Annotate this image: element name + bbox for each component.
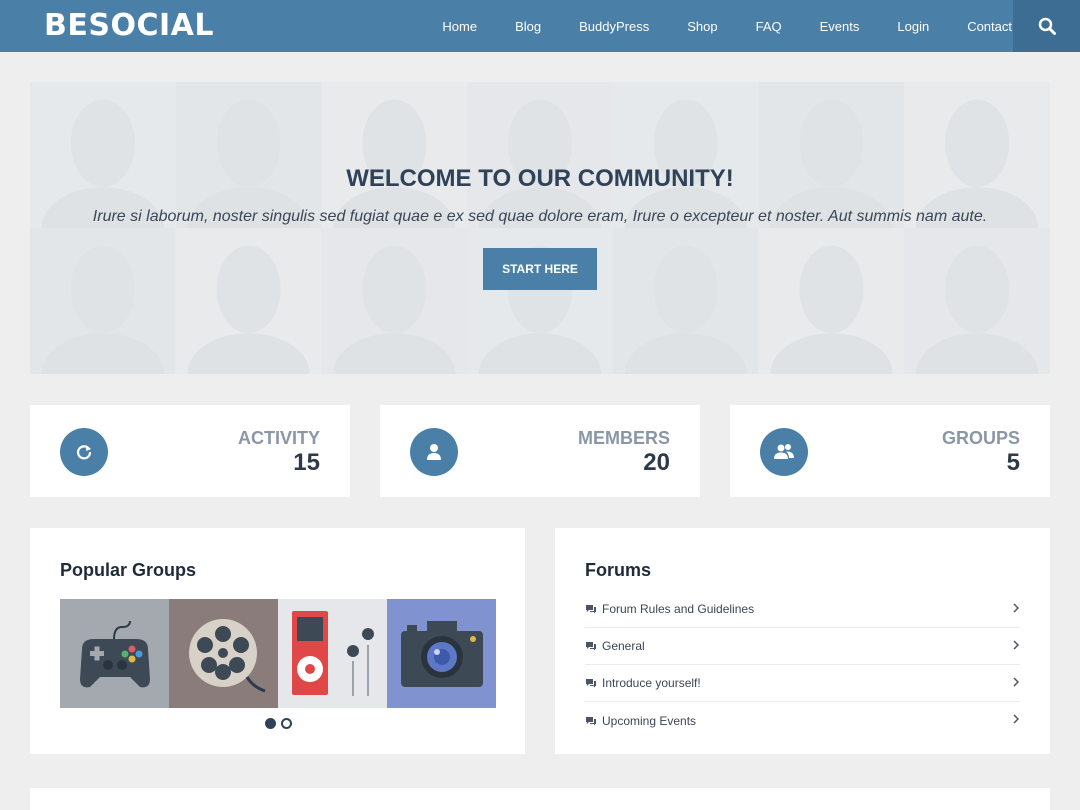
stat-label: MEMBERS: [577, 428, 670, 448]
stat-label: ACTIVITY: [237, 428, 320, 448]
user-icon: [410, 428, 458, 476]
nav-login[interactable]: Login: [897, 19, 929, 34]
hero-title: WELCOME TO OUR COMMUNITY!: [346, 165, 734, 192]
panel-title: Forums: [585, 560, 652, 580]
hero-faces-background: [30, 82, 1050, 374]
nav-buddypress[interactable]: BuddyPress: [579, 19, 649, 34]
forum-item[interactable]: General: [585, 628, 1020, 665]
group-tile[interactable]: [278, 599, 387, 708]
forum-item-label: Forum Rules and Guidelines: [602, 602, 755, 616]
camera-icon: [401, 621, 483, 687]
site-header: BESOCIAL Home Blog BuddyPress Shop FAQ E…: [0, 0, 1080, 52]
forums-panel: Forums Forum Rules and Guidelines Genera…: [555, 528, 1050, 754]
group-tile[interactable]: [169, 599, 278, 708]
group-icon: [760, 428, 808, 476]
chevron-right-icon: [1013, 640, 1020, 650]
nav-home[interactable]: Home: [442, 19, 477, 34]
carousel-dots: [265, 718, 297, 729]
nav-shop[interactable]: Shop: [687, 19, 717, 34]
music-player-icon: [292, 611, 374, 696]
forum-item-label: Introduce yourself!: [602, 676, 701, 690]
nav-faq[interactable]: FAQ: [756, 19, 782, 34]
group-tile[interactable]: [60, 599, 169, 708]
refresh-icon: [60, 428, 108, 476]
popular-groups-panel: Popular Groups: [30, 528, 525, 754]
nav-blog[interactable]: Blog: [515, 19, 541, 34]
group-carousel: [60, 599, 496, 708]
hero-subtitle: Irure si laborum, noster singulis sed fu…: [92, 208, 988, 225]
nav-contact[interactable]: Contact: [967, 19, 1012, 34]
forum-item[interactable]: Introduce yourself!: [585, 665, 1020, 702]
comments-icon: [586, 605, 596, 614]
chevron-right-icon: [1013, 714, 1020, 724]
chevron-right-icon: [1013, 603, 1020, 613]
forum-item[interactable]: Forum Rules and Guidelines: [585, 591, 1020, 628]
search-icon: [1038, 17, 1056, 35]
panel-title: Popular Groups: [60, 560, 197, 580]
site-logo[interactable]: BESOCIAL: [44, 8, 214, 43]
comments-icon: [586, 716, 596, 725]
stat-card-activity[interactable]: ACTIVITY 15: [30, 405, 350, 497]
stat-value: 15: [293, 449, 320, 476]
forum-item-label: General: [602, 639, 645, 653]
chevron-right-icon: [1013, 677, 1020, 687]
main-nav: Home Blog BuddyPress Shop FAQ Events Log…: [404, 0, 1012, 52]
stat-value: 5: [1006, 449, 1020, 476]
nav-events[interactable]: Events: [820, 19, 860, 34]
forum-list: Forum Rules and Guidelines General Intro…: [585, 591, 1020, 739]
stat-card-groups[interactable]: GROUPS 5: [730, 405, 1050, 497]
search-button[interactable]: [1013, 0, 1080, 52]
film-reel-icon: [189, 619, 266, 693]
next-section-panel: [30, 788, 1050, 810]
hero-banner: WELCOME TO OUR COMMUNITY! Irure si labor…: [30, 82, 1050, 374]
comments-icon: [586, 679, 596, 688]
forum-item-label: Upcoming Events: [602, 713, 697, 728]
carousel-dot-2[interactable]: [281, 718, 292, 729]
carousel-dot-1[interactable]: [265, 718, 276, 729]
start-here-button[interactable]: START HERE: [483, 248, 597, 290]
comments-icon: [586, 642, 596, 651]
stat-value: 20: [643, 449, 670, 476]
forum-item[interactable]: Upcoming Events: [585, 702, 1020, 739]
stat-card-members[interactable]: MEMBERS 20: [380, 405, 700, 497]
gamepad-icon: [80, 620, 150, 688]
group-tile[interactable]: [387, 599, 496, 708]
stat-label: GROUPS: [941, 428, 1020, 448]
